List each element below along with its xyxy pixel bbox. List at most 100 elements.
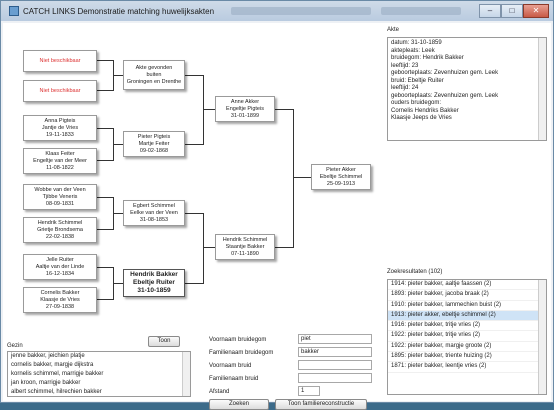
akte-line: geboorteplaats: Zevenhuizen gem. Leek [391, 70, 499, 76]
connector [203, 213, 204, 284]
pedigree-person-box-selected[interactable]: Hendrik Bakker Ebeltje Ruiter 31-10-1859 [123, 269, 185, 297]
zoeken-button[interactable]: Zoeken [209, 399, 269, 410]
gezin-list-item[interactable]: kornelis schimmel, marrigje bakker [8, 370, 190, 379]
gezin-list-item[interactable]: albert schimmel, hilrechien bakker [8, 388, 190, 396]
result-list-item[interactable]: 1893: pieter bakker, jacoba braak (2) [388, 290, 546, 301]
connector [185, 213, 203, 214]
person-line: 11-08-1822 [46, 164, 74, 171]
akte-line: ouders bruidegom: [391, 100, 442, 106]
voornaam-bruidegom-input[interactable]: piet [298, 334, 372, 344]
connector [97, 128, 113, 129]
akte-line: leeftijd: 24 [391, 85, 419, 91]
result-list-item-selected[interactable]: 1913: pieter akker, ebeltje schimmel (2) [388, 310, 546, 322]
connector [97, 299, 113, 300]
person-line: Niet beschikbaar [39, 57, 81, 64]
pedigree-person-box[interactable]: Niet beschikbaar [23, 80, 97, 102]
person-line: Anna Pigteis [44, 117, 76, 124]
pedigree-person-box[interactable]: Niet beschikbaar [23, 50, 97, 72]
pedigree-person-box[interactable]: Pieter Akker Ebeltje Schimmel 25-09-1913 [311, 164, 371, 190]
akte-scrollbar[interactable] [538, 38, 546, 140]
person-line: 08-09-1831 [45, 200, 75, 207]
person-line: 07-11-1890 [231, 250, 259, 257]
person-line: Aaltje van der Linde [35, 263, 85, 270]
toon-familiereconstructie-button[interactable]: Toon familiereconstructie [275, 399, 367, 410]
result-list-item[interactable]: 1871: pieter bakker, leentje vries (2) [388, 362, 546, 373]
person-line: Niet beschikbaar [39, 87, 81, 94]
result-list-item[interactable]: 1914: pieter bakker, aaltje faassen (2) [388, 280, 546, 291]
result-list-item[interactable]: 1895: pieter bakker, triente huizing (2) [388, 352, 546, 363]
familienaam-bruidegom-input[interactable]: bakker [298, 347, 372, 357]
person-line: 31-08-1853 [139, 216, 169, 223]
akte-text-area[interactable]: datum: 31-10-1859 aktepleats: Leek bruid… [387, 37, 547, 141]
gezin-list-item[interactable]: jan kroon, marrigje bakker [8, 379, 190, 388]
person-line: Hendrik Bakker [130, 271, 178, 278]
person-line: Ebeltje Schimmel [319, 173, 363, 180]
akte-label: Akte [387, 27, 400, 33]
person-line: Ebeltje Ruiter [133, 279, 175, 286]
person-line: Hendrik Schimmel [37, 219, 83, 226]
afstand-spinner[interactable]: 1 [298, 386, 320, 396]
connector [113, 144, 123, 145]
familienaam-bruid-input[interactable] [298, 373, 372, 383]
pedigree-person-box[interactable]: Jelle Ruiter Aaltje van der Linde 16-12-… [23, 254, 97, 280]
pedigree-person-box[interactable]: Egbert Schimmel Eelke van der Veen 31-08… [123, 200, 185, 226]
connector [97, 160, 113, 161]
person-line: Hendrik Schimmel [222, 236, 268, 243]
person-line: 22-02-1838 [45, 233, 75, 240]
pedigree-person-box[interactable]: Klaas Feiter Engeltje van der Meer 11-08… [23, 148, 97, 174]
person-line: 09-02-1868 [139, 147, 169, 154]
afstand-label: Afstand [209, 389, 230, 395]
maximize-button[interactable]: □ [501, 4, 523, 18]
blurred-background-window-2 [381, 7, 461, 15]
connector [275, 109, 293, 110]
akte-line: leeftijd: 23 [391, 62, 419, 69]
toon-button[interactable]: Toon [148, 336, 180, 347]
result-list-item[interactable]: 1922: pieter bakker, tritje vries (2) [388, 331, 546, 342]
pedigree-person-box[interactable]: Cornelis Bakker Klaasje de Vries 27-09-1… [23, 287, 97, 313]
connector [203, 109, 215, 110]
result-list-item[interactable]: 1916: pieter bakker, tritje vries (2) [388, 321, 546, 332]
gezin-list-item[interactable]: jenne bakker, jeichien platje [8, 352, 190, 361]
voornaam-bruid-label: Voornaam bruid [209, 363, 252, 369]
person-line: Engeltje Pigteis [226, 105, 264, 112]
akte-line: geboorteplaats: Zevenhuizen gem. Leek [391, 92, 499, 99]
pedigree-person-box[interactable]: Hendrik Schimmel Grietje Brondsema 22-02… [23, 217, 97, 243]
person-line: Engeltje van der Meer [33, 157, 87, 164]
person-line: Wobbe van der Veen [34, 186, 86, 193]
minimize-button[interactable]: – [479, 4, 501, 18]
familienaam-bruid-label: Familienaam bruid [209, 376, 259, 382]
result-list-item[interactable]: 1910: pieter bakker, lammechien buist (2… [388, 301, 546, 311]
gezin-list-item[interactable]: cornelis bakker, margje dijkstra [8, 361, 190, 370]
title-bar: CATCH LINKS Demonstratie matching huweli… [1, 1, 553, 21]
pedigree-person-box[interactable]: Anne Akker Engeltje Pigteis 31-01-1899 [215, 96, 275, 122]
voornaam-bruidegom-label: Voornaam bruidegom [209, 337, 267, 343]
person-line: 31-01-1899 [230, 112, 260, 119]
akte-line: datum: 31-10-1859 [391, 40, 442, 46]
gezin-scrollbar[interactable] [182, 352, 190, 396]
main-content: Niet beschikbaar Niet beschikbaar Anna P… [3, 23, 551, 410]
gezin-list[interactable]: jenne bakker, jeichien platje cornelis b… [7, 351, 191, 397]
person-line: Jelle Ruiter [46, 256, 74, 263]
pedigree-person-box[interactable]: Wobbe van der Veen Tjibbe Veneris 08-09-… [23, 184, 97, 210]
pedigree-person-box[interactable]: Pieter Pigteis Martje Feiter 09-02-1868 [123, 131, 185, 157]
akte-line: bruidegom: Hendrik Bakker [391, 55, 464, 61]
voornaam-bruid-input[interactable] [298, 360, 372, 370]
results-list[interactable]: 1914: pieter bakker, aaltje faassen (2) … [387, 279, 547, 395]
person-line: Egbert Schimmel [133, 202, 175, 209]
close-button[interactable]: ✕ [523, 4, 549, 18]
person-line: 25-09-1913 [326, 180, 356, 187]
pedigree-person-box[interactable]: Hendrik Schimmel Staantje Bakker 07-11-1… [215, 234, 275, 260]
person-line: Grietje Brondsema [37, 226, 83, 233]
akte-line: Klaasje Jeeps de Vries [391, 115, 452, 121]
pedigree-person-box[interactable]: Akte gevonden buiten Groningen en Drenth… [123, 60, 185, 90]
pedigree-person-box[interactable]: Anna Pigteis Jantje de Vries 19-11-1833 [23, 115, 97, 141]
connector [97, 90, 113, 91]
person-line: Groningen en Drenthe [126, 78, 182, 85]
akte-line: aktepleats: Leek [391, 47, 435, 54]
connector [113, 283, 123, 284]
result-list-item[interactable]: 1922: pieter bakker, margje groote (2) [388, 342, 546, 353]
connector [293, 177, 311, 178]
results-scrollbar[interactable] [538, 280, 546, 394]
connector [203, 247, 215, 248]
person-line: Martje Feiter [138, 140, 170, 147]
